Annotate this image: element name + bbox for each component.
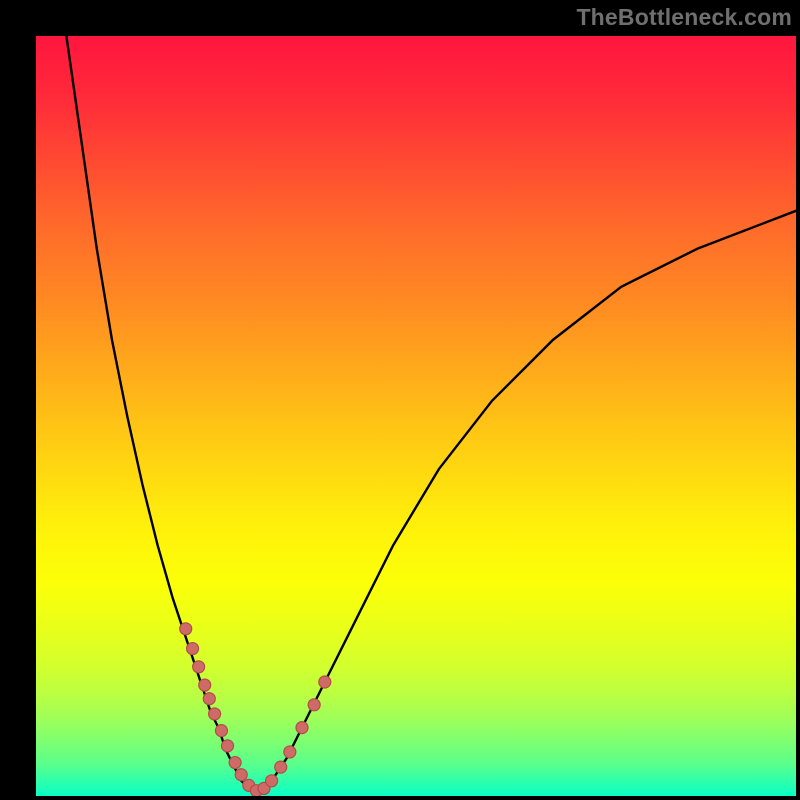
bead-point [222,740,234,752]
bead-point [229,757,241,769]
bead-point [180,623,192,635]
bead-point [215,725,227,737]
bead-point [266,775,278,787]
bead-point [193,661,205,673]
bead-point [187,643,199,655]
bead-point [308,699,320,711]
beads-group [180,623,331,796]
bead-point [296,722,308,734]
chart-svg [36,36,796,796]
watermark-text: TheBottleneck.com [576,4,792,31]
bead-point [235,769,247,781]
chart-frame: TheBottleneck.com [0,0,800,800]
bead-point [203,693,215,705]
bottleneck-curve [66,36,796,791]
bead-point [275,761,287,773]
plot-area [36,36,796,796]
bead-point [284,746,296,758]
bead-point [209,708,221,720]
bead-point [199,679,211,691]
bead-point [319,676,331,688]
